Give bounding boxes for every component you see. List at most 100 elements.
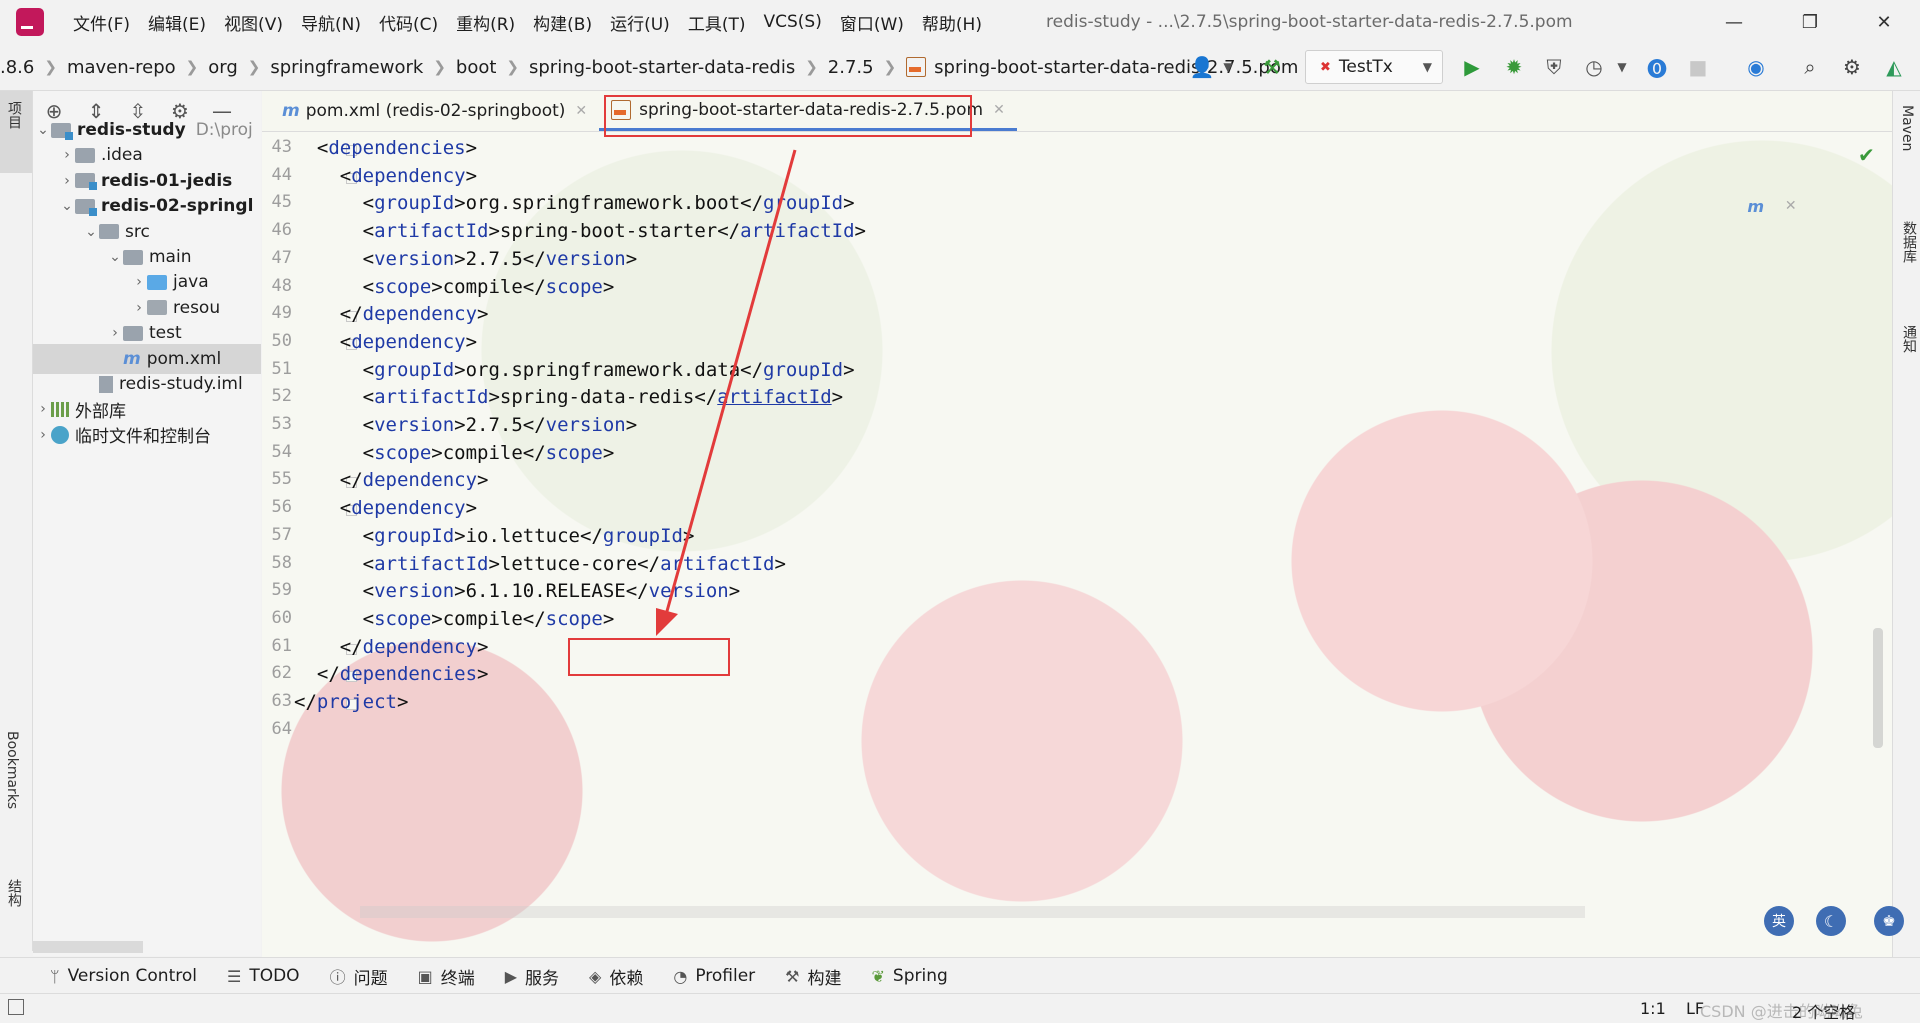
menu-file[interactable]: 文件(F) <box>64 10 139 35</box>
settings-icon[interactable]: ⚙ <box>1840 55 1864 79</box>
menu-run[interactable]: 运行(U) <box>601 10 679 35</box>
code-line[interactable]: <scope>compile</scope> <box>294 442 615 464</box>
debug-icon[interactable]: ✹ <box>1502 55 1526 79</box>
breadcrumb-item[interactable]: spring-boot-starter-data-redis <box>529 57 795 78</box>
breadcrumb-item[interactable]: springframework <box>270 57 423 78</box>
code-line[interactable]: <version>2.7.5</version> <box>294 248 638 270</box>
chevron-down-icon[interactable]: ▼ <box>1610 55 1634 79</box>
chevron-right-icon[interactable]: › <box>131 274 147 290</box>
code-line[interactable]: <version>2.7.5</version> <box>294 414 638 436</box>
code-line[interactable]: </dependency> <box>294 303 489 325</box>
tool-terminal[interactable]: ▣ 终端 <box>418 964 475 989</box>
chevron-right-icon[interactable]: › <box>35 427 51 443</box>
run-config-select[interactable]: ✖ TestTx ▼ <box>1305 50 1443 84</box>
coverage-icon[interactable]: ⛨ <box>1542 55 1566 79</box>
minimize-button[interactable]: — <box>1700 0 1768 44</box>
toggle-tool-windows-icon[interactable] <box>8 999 24 1015</box>
menu-navigate[interactable]: 导航(N) <box>292 10 370 35</box>
tool-profiler[interactable]: ◔ Profiler <box>673 966 755 986</box>
project-tool-tab[interactable]: 项目 <box>0 91 32 173</box>
breadcrumb-item[interactable]: boot <box>456 57 497 78</box>
caret-position[interactable]: 1:1 <box>1640 999 1666 1018</box>
code-line[interactable]: <dependency> <box>294 165 477 187</box>
breadcrumb-item[interactable]: org <box>208 57 238 78</box>
menu-build[interactable]: 构建(B) <box>524 10 601 35</box>
tool-problems[interactable]: ⓘ 问题 <box>330 964 388 989</box>
menu-edit[interactable]: 编辑(E) <box>139 10 215 35</box>
restore-button[interactable]: ❐ <box>1776 0 1844 44</box>
tool-services[interactable]: ▶ 服务 <box>505 964 559 989</box>
profile-icon[interactable]: ◷ <box>1582 55 1606 79</box>
breadcrumb-item[interactable]: 2.7.5 <box>828 57 874 78</box>
chevron-right-icon[interactable]: › <box>59 173 75 189</box>
plugin-icon[interactable]: ◭ <box>1882 55 1906 79</box>
close-button[interactable]: ✕ <box>1850 0 1918 44</box>
menu-vcs[interactable]: VCS(S) <box>754 12 830 32</box>
search-icon[interactable]: ⌕ <box>1798 55 1822 79</box>
code-line[interactable]: <scope>compile</scope> <box>294 276 615 298</box>
intellij-logo-icon[interactable] <box>16 8 44 36</box>
tool-build[interactable]: ⚒ 构建 <box>785 964 841 989</box>
build-hammer-icon[interactable]: ⚒ <box>1260 55 1284 79</box>
code-line[interactable]: </dependencies> <box>294 663 489 685</box>
code-line[interactable]: </dependency> <box>294 636 489 658</box>
editor-vscroll[interactable] <box>1873 628 1883 748</box>
tab-pom-xml[interactable]: m pom.xml (redis-02-springboot) ✕ <box>270 91 599 131</box>
run-icon[interactable]: ▶ <box>1460 55 1484 79</box>
breadcrumb-file[interactable]: spring-boot-starter-data-redis-2.7.5.pom <box>934 57 1298 78</box>
shirt-icon[interactable]: ♚ <box>1874 906 1904 936</box>
chevron-down-icon[interactable]: ⌄ <box>83 224 99 240</box>
structure-tool-tab[interactable]: 结构 <box>4 879 24 907</box>
close-tab-icon[interactable]: ✕ <box>993 102 1005 118</box>
tool-version-control[interactable]: ᛘ Version Control <box>50 966 197 986</box>
breadcrumb-item[interactable]: maven-repo <box>67 57 176 78</box>
chevron-down-icon[interactable]: ⌄ <box>107 249 123 265</box>
menu-tools[interactable]: 工具(T) <box>679 10 755 35</box>
code-line[interactable]: <dependency> <box>294 497 477 519</box>
notifications-tool-tab[interactable]: 通知 <box>1899 325 1919 353</box>
chevron-right-icon[interactable]: › <box>131 300 147 316</box>
editor-hscroll[interactable] <box>360 906 1585 918</box>
stop-icon[interactable]: ■ <box>1686 55 1710 79</box>
code-line[interactable]: <artifactId>lettuce-core</artifactId> <box>294 553 786 575</box>
code-line[interactable]: </project> <box>294 691 408 713</box>
code-line[interactable]: <version>6.1.10.RELEASE</version> <box>294 580 741 602</box>
code-line[interactable]: <artifactId>spring-data-redis</artifactI… <box>294 386 843 408</box>
moon-icon[interactable]: ☾ <box>1816 906 1846 936</box>
code-line[interactable]: <artifactId>spring-boot-starter</artifac… <box>294 220 866 242</box>
menu-code[interactable]: 代码(C) <box>370 10 447 35</box>
code-line[interactable]: <groupId>io.lettuce</groupId> <box>294 525 695 547</box>
chevron-right-icon[interactable]: › <box>107 325 123 341</box>
code-line[interactable]: </dependency> <box>294 469 489 491</box>
chevron-right-icon[interactable]: › <box>35 401 51 417</box>
code-line[interactable]: <groupId>org.springframework.data</group… <box>294 359 855 381</box>
tree-item[interactable]: › 临时文件和控制台 <box>33 420 261 450</box>
close-tab-icon[interactable]: ✕ <box>575 103 587 119</box>
menu-view[interactable]: 视图(V) <box>215 10 292 35</box>
user-icon[interactable]: 👤 <box>1190 55 1215 79</box>
update-icon[interactable]: ◉ <box>1744 55 1768 79</box>
code-line[interactable]: <dependencies> <box>294 137 477 159</box>
database-tool-tab[interactable]: 数据库 <box>1899 221 1919 263</box>
indent-setting[interactable]: 2 个空格 <box>1792 999 1855 1023</box>
translate-icon[interactable]: 英 <box>1764 906 1794 936</box>
code-area[interactable]: 43 <dependencies> 44 <dependency> 45 <grou… <box>262 132 1872 932</box>
chevron-right-icon[interactable]: › <box>59 147 75 163</box>
maven-tool-tab[interactable]: Maven <box>1899 105 1915 151</box>
menu-window[interactable]: 窗口(W) <box>831 10 913 35</box>
bookmarks-tool-tab[interactable]: Bookmarks <box>4 731 20 809</box>
tool-todo[interactable]: ☰ TODO <box>227 966 300 986</box>
menu-refactor[interactable]: 重构(R) <box>447 10 524 35</box>
code-line[interactable]: <groupId>org.springframework.boot</group… <box>294 192 855 214</box>
code-line[interactable]: <scope>compile</scope> <box>294 608 615 630</box>
code-line[interactable]: <dependency> <box>294 331 477 353</box>
breadcrumb-item[interactable]: .8.6 <box>0 57 34 78</box>
menu-help[interactable]: 帮助(H) <box>913 10 991 35</box>
tool-spring[interactable]: ❦ Spring <box>872 966 948 986</box>
chevron-down-icon[interactable]: ▼ <box>1216 55 1240 79</box>
chevron-down-icon[interactable]: ⌄ <box>59 198 75 214</box>
chevron-down-icon[interactable]: ⌄ <box>35 122 51 138</box>
tool-dependencies[interactable]: ◈ 依赖 <box>589 964 643 989</box>
help-icon[interactable]: ⓿ <box>1645 55 1669 81</box>
project-hscroll[interactable] <box>33 941 143 953</box>
